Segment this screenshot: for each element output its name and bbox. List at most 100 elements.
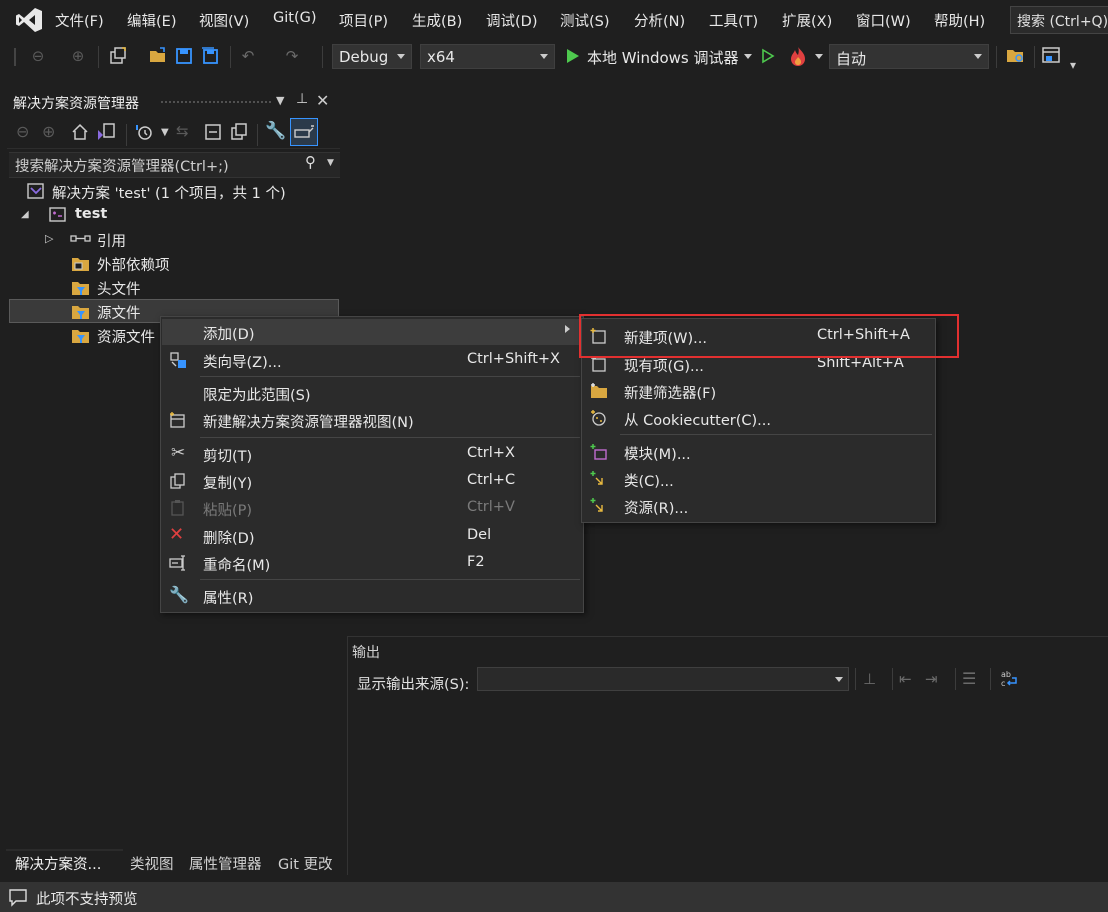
close-icon[interactable]: ✕	[316, 91, 329, 110]
back-icon[interactable]: ⊖	[28, 46, 48, 66]
tab-git-changes[interactable]: Git 更改	[278, 853, 333, 874]
clear-all-icon[interactable]: ☰	[962, 669, 976, 688]
menu-file[interactable]: 文件(F)	[55, 10, 104, 31]
tree-solution[interactable]: 解决方案 'test' (1 个项目，共 1 个)	[52, 182, 286, 203]
word-wrap-icon[interactable]: abc	[998, 668, 1020, 690]
menu-git[interactable]: Git(G)	[273, 10, 317, 26]
solution-icon	[27, 183, 44, 199]
menu-tools[interactable]: 工具(T)	[709, 10, 758, 31]
switch-views-icon[interactable]	[96, 122, 118, 142]
menu-item-paste[interactable]: 粘贴(P)	[203, 499, 252, 520]
svg-text:ab: ab	[1001, 670, 1011, 679]
configuration-dropdown[interactable]: Debug	[332, 44, 412, 69]
run-debugger-button[interactable]: 本地 Windows 调试器	[587, 47, 739, 68]
menu-window[interactable]: 窗口(W)	[856, 10, 911, 31]
menu-item-rename[interactable]: 重命名(M)	[203, 554, 270, 575]
pin-icon[interactable]: ⊥	[296, 91, 308, 107]
tab-property-manager[interactable]: 属性管理器	[189, 853, 262, 874]
panel-drag-grip[interactable]	[160, 100, 272, 105]
menu-item-module[interactable]: 模块(M)...	[624, 443, 691, 464]
properties-wrench-icon[interactable]: 🔧	[265, 121, 286, 141]
open-folder-icon[interactable]	[148, 46, 168, 66]
tree-header-files[interactable]: 头文件	[97, 278, 141, 299]
menu-item-existing-item[interactable]: 现有项(G)...	[624, 355, 704, 376]
go-to-line-icon[interactable]: ⊥	[863, 670, 876, 688]
search-icon[interactable]: ⚲	[305, 153, 316, 171]
menu-item-scope[interactable]: 限定为此范围(S)	[203, 384, 311, 405]
menu-item-new-filter[interactable]: 新建筛选器(F)	[624, 382, 716, 403]
forward-icon[interactable]: ⊕	[68, 46, 88, 66]
redo-icon[interactable]: ↷	[282, 46, 302, 66]
menu-item-class[interactable]: 类(C)...	[624, 470, 674, 491]
sol-forward-icon[interactable]: ⊕	[42, 122, 55, 141]
window-layout-icon[interactable]	[1041, 46, 1063, 66]
show-all-files-icon[interactable]	[229, 122, 249, 142]
menu-analyze[interactable]: 分析(N)	[634, 10, 685, 31]
toolbar-overflow-icon[interactable]: ▾	[1070, 58, 1076, 72]
submenu-separator	[620, 434, 932, 435]
prev-message-icon[interactable]: ⇤	[899, 670, 912, 688]
menu-build[interactable]: 生成(B)	[412, 10, 462, 31]
notification-icon[interactable]	[8, 887, 28, 907]
hot-reload-icon[interactable]	[788, 45, 808, 67]
menu-project[interactable]: 项目(P)	[339, 10, 388, 31]
copy-icon	[170, 473, 185, 489]
preview-selected-icon[interactable]	[290, 118, 318, 146]
toolbar-separator	[322, 46, 323, 68]
menu-debug[interactable]: 调试(D)	[486, 10, 537, 31]
menu-extensions[interactable]: 扩展(X)	[782, 10, 832, 31]
start-without-debug-icon[interactable]	[761, 48, 775, 64]
new-filter-icon	[591, 383, 607, 398]
home-icon[interactable]	[70, 122, 90, 142]
status-bar	[0, 882, 1108, 912]
save-icon[interactable]	[174, 46, 194, 66]
menu-item-class-wizard[interactable]: 类向导(Z)...	[203, 351, 282, 372]
paste-shortcut: Ctrl+V	[467, 499, 515, 515]
search-options-icon[interactable]: ▼	[327, 158, 334, 168]
platform-value: x64	[427, 48, 455, 66]
tree-project[interactable]: test	[75, 206, 107, 222]
collapse-all-icon[interactable]	[203, 122, 223, 142]
menu-item-cookiecutter[interactable]: 从 Cookiecutter(C)...	[624, 409, 771, 430]
output-source-dropdown[interactable]	[477, 667, 849, 691]
references-expand-icon[interactable]: ▷	[45, 232, 53, 245]
menu-item-delete[interactable]: 删除(D)	[203, 527, 254, 548]
sync-icon[interactable]: ⇆	[176, 122, 189, 140]
output-toolbar-separator	[892, 668, 893, 690]
menu-test[interactable]: 测试(S)	[560, 10, 610, 31]
menu-item-copy[interactable]: 复制(Y)	[203, 472, 252, 493]
panel-options-icon[interactable]: ▼	[276, 94, 284, 107]
menu-item-resource[interactable]: 资源(R)...	[624, 497, 688, 518]
auto-dropdown[interactable]: 自动	[829, 44, 989, 69]
resource-files-folder-icon	[72, 330, 89, 343]
tree-source-files[interactable]: 源文件	[97, 302, 141, 323]
menu-edit[interactable]: 编辑(E)	[127, 10, 176, 31]
output-source-label: 显示输出来源(S):	[357, 677, 470, 693]
menu-item-new-view[interactable]: 新建解决方案资源管理器视图(N)	[203, 411, 414, 432]
start-debug-icon[interactable]	[566, 48, 580, 64]
new-project-icon[interactable]	[108, 46, 128, 66]
pending-changes-filter-icon[interactable]	[134, 122, 156, 142]
solution-explorer-title: 解决方案资源管理器	[13, 96, 139, 112]
folder-search-icon[interactable]	[1005, 46, 1027, 66]
filter-dropdown-icon[interactable]: ▼	[161, 127, 169, 138]
tab-class-view[interactable]: 类视图	[130, 853, 174, 874]
project-expand-icon[interactable]: ◢	[21, 209, 29, 220]
menu-view[interactable]: 视图(V)	[199, 10, 249, 31]
undo-icon[interactable]: ↶	[238, 46, 258, 66]
tree-resource-files[interactable]: 资源文件	[97, 326, 155, 347]
highlight-annotation-box	[579, 314, 959, 358]
tree-references[interactable]: 引用	[97, 230, 126, 251]
sol-back-icon[interactable]: ⊖	[16, 122, 29, 141]
menu-item-properties[interactable]: 属性(R)	[203, 587, 253, 608]
tree-external-deps[interactable]: 外部依赖项	[97, 254, 170, 275]
save-all-icon[interactable]	[200, 46, 220, 66]
menu-help[interactable]: 帮助(H)	[934, 10, 985, 31]
platform-dropdown[interactable]: x64	[420, 44, 555, 69]
hot-reload-dropdown-caret[interactable]	[815, 54, 823, 59]
resource-icon	[590, 498, 603, 512]
search-box[interactable]: 搜索 (Ctrl+Q)	[1010, 6, 1108, 34]
menu-item-cut[interactable]: 剪切(T)	[203, 445, 252, 466]
run-dropdown-caret[interactable]	[744, 54, 752, 59]
next-message-icon[interactable]: ⇥	[925, 670, 938, 688]
